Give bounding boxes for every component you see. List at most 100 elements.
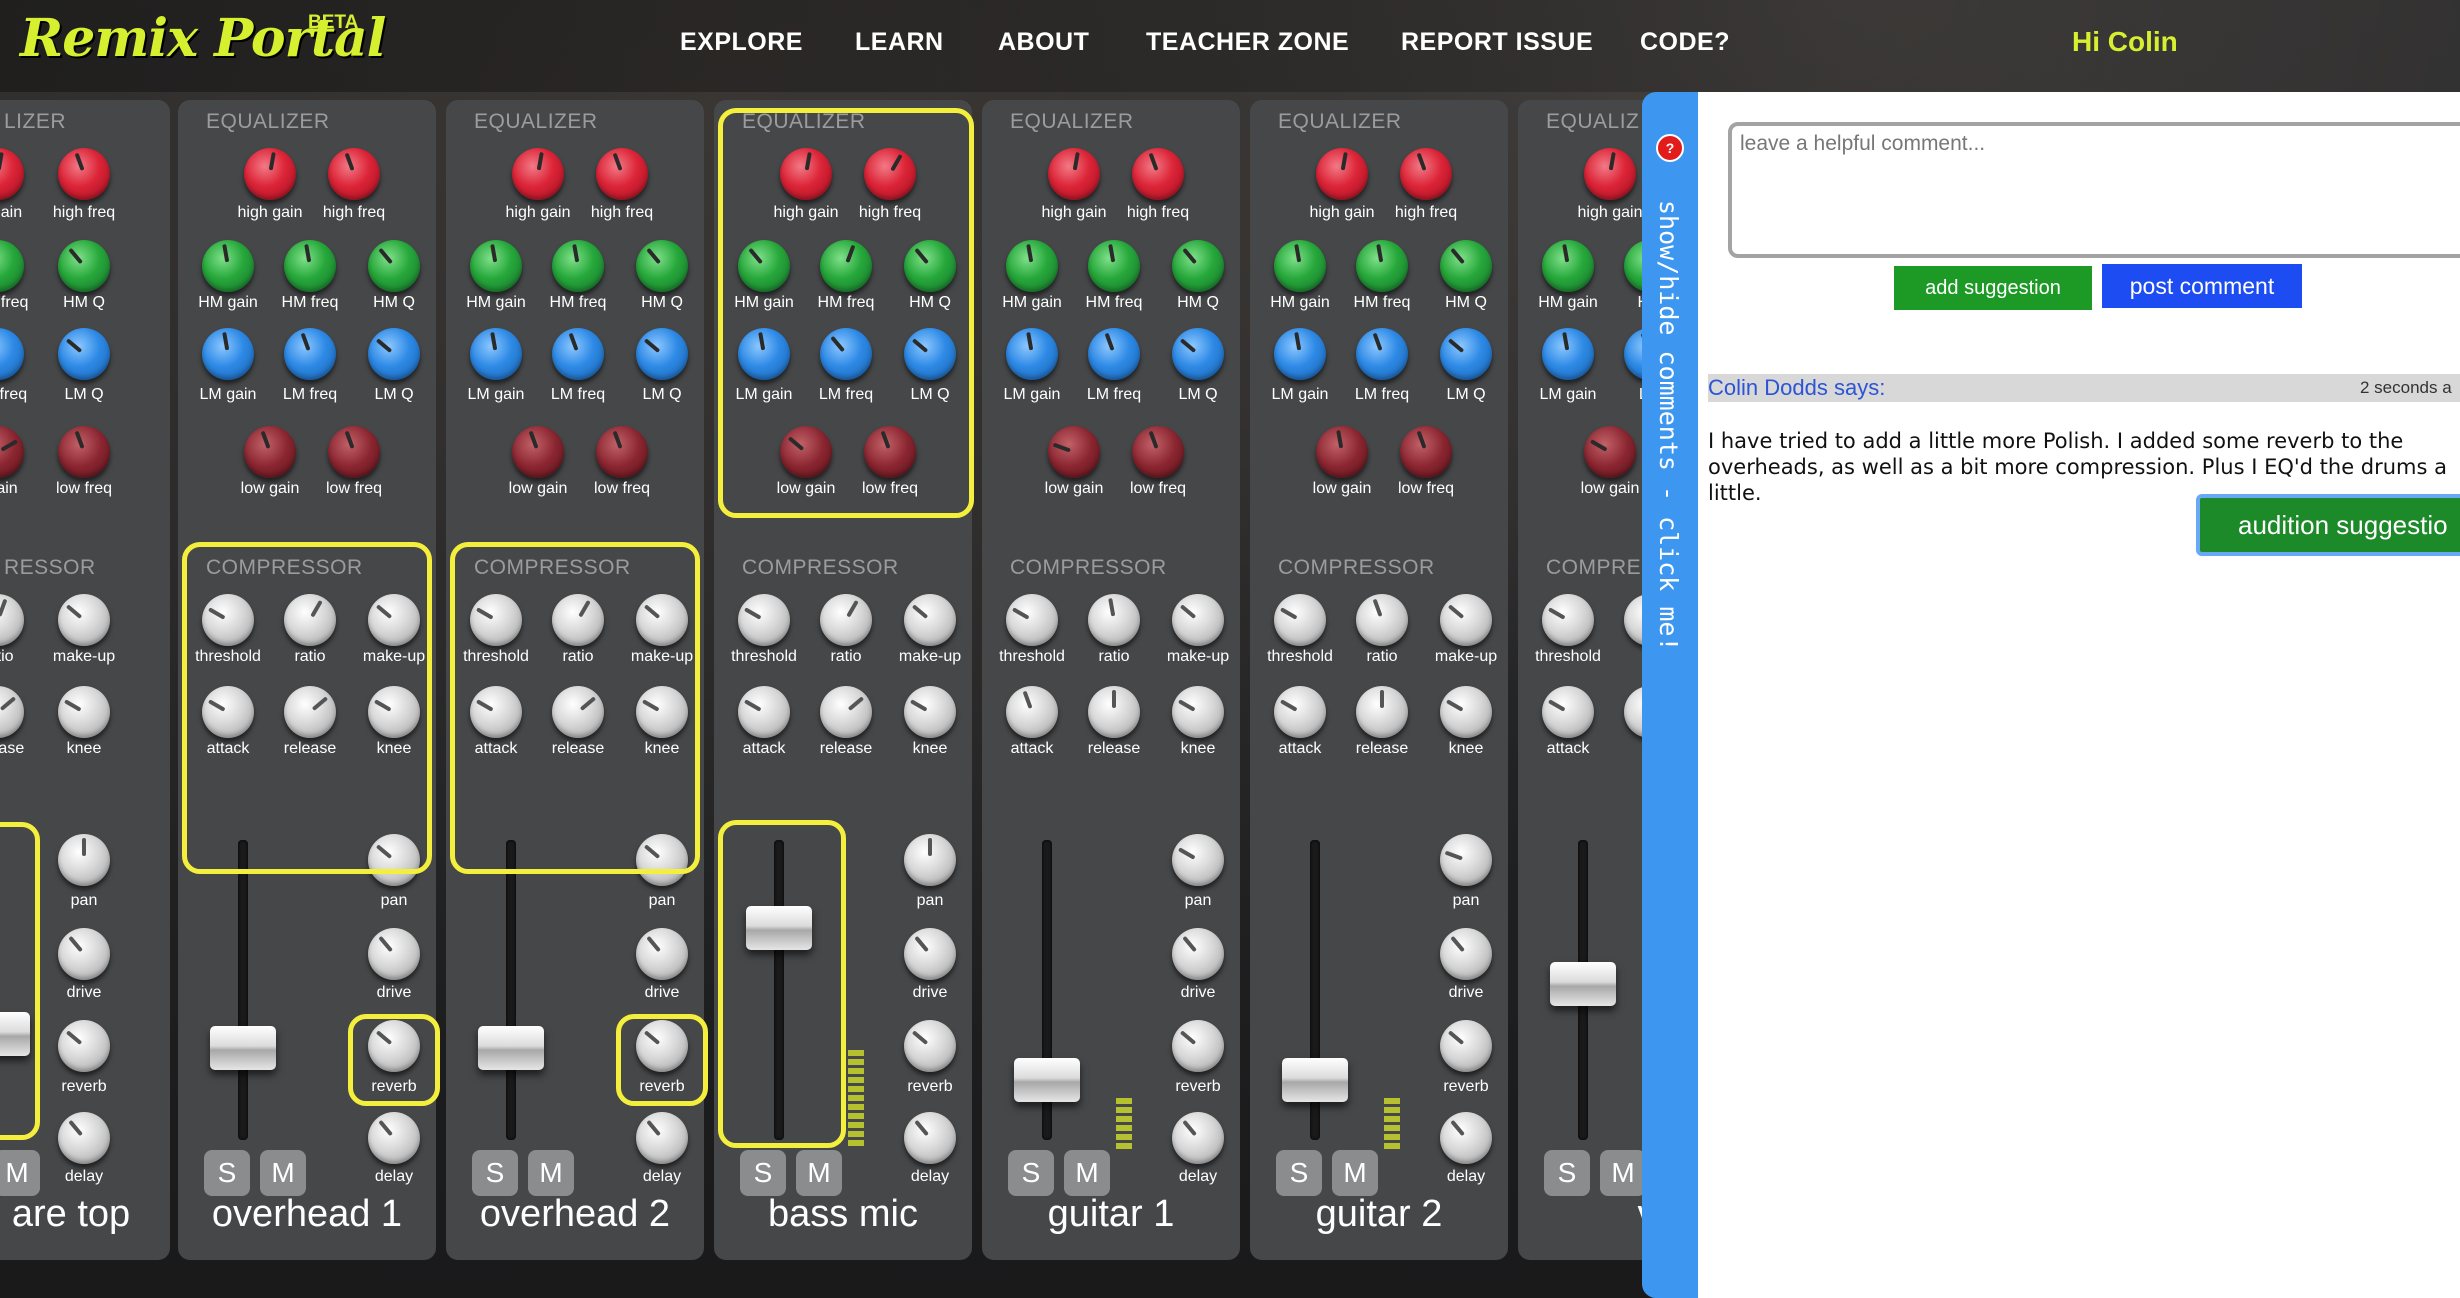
hm-q-knob[interactable] <box>58 240 110 292</box>
reverb-knob[interactable] <box>636 1020 688 1072</box>
lm-gain-knob[interactable] <box>1542 328 1594 380</box>
attack-knob[interactable] <box>202 686 254 738</box>
release-knob[interactable] <box>1356 686 1408 738</box>
low-gain-knob[interactable] <box>244 426 296 478</box>
low-gain-knob[interactable] <box>0 426 24 478</box>
delay-knob[interactable] <box>636 1112 688 1164</box>
nav-teacher-zone[interactable]: TEACHER ZONE <box>1146 28 1349 57</box>
high-freq-knob[interactable] <box>864 148 916 200</box>
mute-button[interactable]: M <box>528 1150 574 1196</box>
makeup-knob[interactable] <box>1172 594 1224 646</box>
lm-freq-knob[interactable] <box>820 328 872 380</box>
high-freq-knob[interactable] <box>1400 148 1452 200</box>
attack-knob[interactable] <box>738 686 790 738</box>
lm-q-knob[interactable] <box>368 328 420 380</box>
hm-gain-knob[interactable] <box>1006 240 1058 292</box>
nav-explore[interactable]: EXPLORE <box>680 28 803 57</box>
threshold-knob[interactable] <box>1274 594 1326 646</box>
pan-knob[interactable] <box>636 834 688 886</box>
ratio-knob[interactable] <box>284 594 336 646</box>
release-knob[interactable] <box>284 686 336 738</box>
nav-about[interactable]: ABOUT <box>998 28 1089 57</box>
ratio-knob[interactable] <box>552 594 604 646</box>
hm-freq-knob[interactable] <box>284 240 336 292</box>
drive-knob[interactable] <box>58 928 110 980</box>
reverb-knob[interactable] <box>1440 1020 1492 1072</box>
delay-knob[interactable] <box>1440 1112 1492 1164</box>
mute-button[interactable]: M <box>1064 1150 1110 1196</box>
hm-q-knob[interactable] <box>904 240 956 292</box>
knee-knob[interactable] <box>636 686 688 738</box>
hm-q-knob[interactable] <box>1172 240 1224 292</box>
low-freq-knob[interactable] <box>864 426 916 478</box>
solo-button[interactable]: S <box>472 1150 518 1196</box>
pan-knob[interactable] <box>1440 834 1492 886</box>
volume-fader[interactable] <box>746 906 812 950</box>
low-gain-knob[interactable] <box>1316 426 1368 478</box>
ratio-knob[interactable] <box>820 594 872 646</box>
makeup-knob[interactable] <box>58 594 110 646</box>
attack-knob[interactable] <box>1006 686 1058 738</box>
hm-freq-knob[interactable] <box>1356 240 1408 292</box>
hm-q-knob[interactable] <box>636 240 688 292</box>
pan-knob[interactable] <box>58 834 110 886</box>
lm-gain-knob[interactable] <box>738 328 790 380</box>
knee-knob[interactable] <box>58 686 110 738</box>
lm-freq-knob[interactable] <box>0 328 24 380</box>
volume-fader[interactable] <box>0 1012 30 1056</box>
volume-fader[interactable] <box>1282 1058 1348 1102</box>
hm-gain-knob[interactable] <box>470 240 522 292</box>
ratio-knob[interactable] <box>1356 594 1408 646</box>
release-knob[interactable] <box>552 686 604 738</box>
reverb-knob[interactable] <box>904 1020 956 1072</box>
solo-button[interactable]: S <box>204 1150 250 1196</box>
knee-knob[interactable] <box>904 686 956 738</box>
comments-toggle-label[interactable]: show/hide comments - click me! <box>1654 200 1683 652</box>
high-gain-knob[interactable] <box>1316 148 1368 200</box>
lm-q-knob[interactable] <box>1440 328 1492 380</box>
release-knob[interactable] <box>1088 686 1140 738</box>
threshold-knob[interactable] <box>202 594 254 646</box>
release-knob[interactable] <box>820 686 872 738</box>
lm-gain-knob[interactable] <box>470 328 522 380</box>
solo-button[interactable]: S <box>1544 1150 1590 1196</box>
help-icon[interactable]: ? <box>1656 134 1684 162</box>
hm-gain-knob[interactable] <box>202 240 254 292</box>
post-comment-button[interactable]: post comment <box>2102 264 2302 308</box>
hm-gain-knob[interactable] <box>1542 240 1594 292</box>
makeup-knob[interactable] <box>636 594 688 646</box>
low-freq-knob[interactable] <box>328 426 380 478</box>
solo-button[interactable]: S <box>1276 1150 1322 1196</box>
drive-knob[interactable] <box>636 928 688 980</box>
drive-knob[interactable] <box>904 928 956 980</box>
pan-knob[interactable] <box>904 834 956 886</box>
hm-freq-knob[interactable] <box>0 240 24 292</box>
volume-fader[interactable] <box>210 1026 276 1070</box>
release-knob[interactable] <box>0 686 24 738</box>
high-freq-knob[interactable] <box>328 148 380 200</box>
lm-q-knob[interactable] <box>636 328 688 380</box>
delay-knob[interactable] <box>368 1112 420 1164</box>
add-suggestion-button[interactable]: add suggestion <box>1894 266 2092 310</box>
solo-button[interactable]: S <box>740 1150 786 1196</box>
high-gain-knob[interactable] <box>512 148 564 200</box>
nav-code[interactable]: CODE? <box>1640 28 1730 57</box>
nav-learn[interactable]: LEARN <box>855 28 944 57</box>
high-gain-knob[interactable] <box>244 148 296 200</box>
makeup-knob[interactable] <box>1440 594 1492 646</box>
low-gain-knob[interactable] <box>780 426 832 478</box>
lm-q-knob[interactable] <box>58 328 110 380</box>
mute-button[interactable]: M <box>796 1150 842 1196</box>
low-gain-knob[interactable] <box>512 426 564 478</box>
volume-fader[interactable] <box>478 1026 544 1070</box>
attack-knob[interactable] <box>1274 686 1326 738</box>
reverb-knob[interactable] <box>1172 1020 1224 1072</box>
user-greeting[interactable]: Hi Colin <box>2072 26 2178 58</box>
comment-input[interactable] <box>1728 122 2460 258</box>
high-freq-knob[interactable] <box>1132 148 1184 200</box>
high-gain-knob[interactable] <box>780 148 832 200</box>
pan-knob[interactable] <box>368 834 420 886</box>
threshold-knob[interactable] <box>470 594 522 646</box>
hm-gain-knob[interactable] <box>738 240 790 292</box>
ratio-knob[interactable] <box>1088 594 1140 646</box>
